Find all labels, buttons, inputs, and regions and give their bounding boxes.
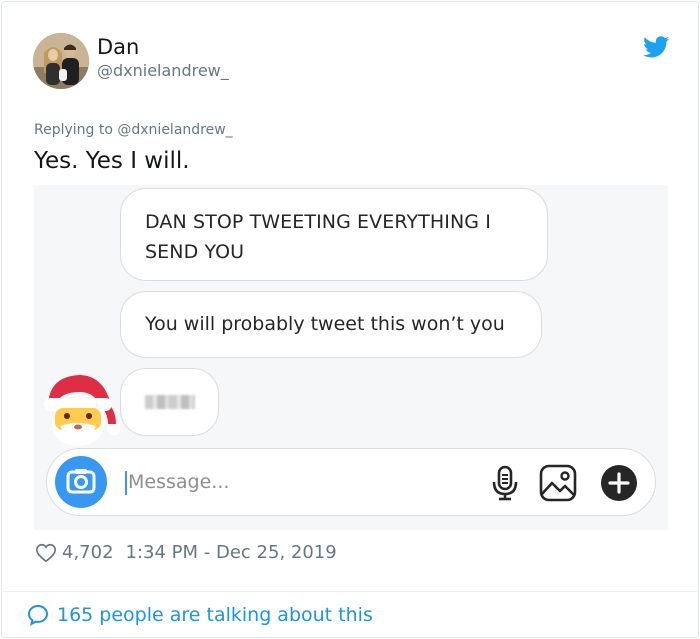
user-handle[interactable]: @dxnielandrew_ xyxy=(97,61,229,81)
santa-emoji xyxy=(44,375,120,446)
conversation-link[interactable]: 165 people are talking about this xyxy=(26,602,373,628)
microphone-button[interactable] xyxy=(485,463,525,503)
embedded-screenshot[interactable]: DAN STOP TWEETING EVERYTHING I SEND YOU … xyxy=(34,185,668,530)
heart-icon[interactable] xyxy=(35,542,57,564)
microphone-icon xyxy=(492,465,518,501)
camera-icon xyxy=(66,469,96,494)
display-name[interactable]: Dan xyxy=(97,34,139,60)
divider xyxy=(3,591,699,592)
avatar-photo xyxy=(33,33,89,89)
message-bubble: DAN STOP TWEETING EVERYTHING I SEND YOU xyxy=(120,188,548,281)
twitter-bird-icon[interactable] xyxy=(643,35,669,59)
blurred-message-bubble xyxy=(120,368,219,436)
gallery-button[interactable] xyxy=(538,463,578,503)
conversation-count-text[interactable]: 165 people are talking about this xyxy=(57,602,373,628)
avatar[interactable] xyxy=(33,33,89,89)
camera-button[interactable] xyxy=(55,456,107,508)
more-options-button[interactable] xyxy=(599,463,639,503)
comment-bubble-icon xyxy=(27,604,49,627)
blurred-text xyxy=(145,395,195,409)
replying-to-line[interactable]: Replying to @dxnielandrew_ xyxy=(34,121,233,139)
tweet-card: Dan @dxnielandrew_ Replying to @dxnielan… xyxy=(1,1,699,638)
tweet-text: Yes. Yes I will. xyxy=(34,148,190,174)
message-bubble: You will probably tweet this won’t you xyxy=(120,291,542,358)
message-input[interactable] xyxy=(128,467,428,497)
timestamp[interactable]: 1:34 PM - Dec 25, 2019 xyxy=(126,541,337,565)
plus-icon xyxy=(601,465,637,501)
tweet-meta: 4,702 1:34 PM - Dec 25, 2019 xyxy=(35,541,337,565)
text-cursor xyxy=(125,471,127,495)
message-composer xyxy=(46,448,656,516)
like-count[interactable]: 4,702 xyxy=(62,541,114,565)
image-icon xyxy=(539,464,577,502)
